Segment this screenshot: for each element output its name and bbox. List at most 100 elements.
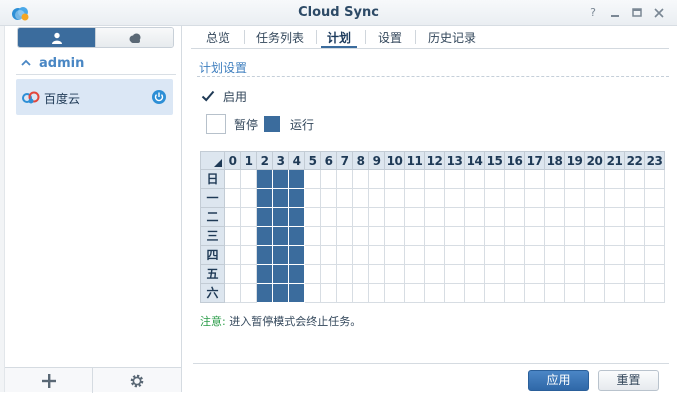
schedule-cell-run[interactable] — [289, 208, 305, 227]
minimize-icon[interactable] — [607, 5, 623, 21]
schedule-cell-pause[interactable] — [485, 189, 505, 208]
schedule-cell-run[interactable] — [289, 227, 305, 246]
schedule-cell-pause[interactable] — [425, 208, 445, 227]
schedule-cell-pause[interactable] — [485, 284, 505, 303]
schedule-cell-pause[interactable] — [485, 227, 505, 246]
schedule-cell-pause[interactable] — [353, 208, 369, 227]
enable-checkbox[interactable] — [201, 89, 215, 103]
hour-header[interactable]: 4 — [289, 151, 305, 170]
hour-header[interactable]: 8 — [353, 151, 369, 170]
connection-item-baidu[interactable]: 百度云 — [16, 79, 173, 115]
schedule-cell-pause[interactable] — [525, 189, 545, 208]
schedule-cell-run[interactable] — [257, 227, 273, 246]
schedule-cell-pause[interactable] — [385, 265, 405, 284]
schedule-cell-pause[interactable] — [369, 265, 385, 284]
schedule-cell-pause[interactable] — [605, 208, 625, 227]
schedule-cell-pause[interactable] — [565, 189, 585, 208]
schedule-cell-pause[interactable] — [625, 284, 645, 303]
hour-header[interactable]: 21 — [605, 151, 625, 170]
schedule-cell-pause[interactable] — [225, 227, 241, 246]
schedule-cell-pause[interactable] — [241, 265, 257, 284]
schedule-cell-pause[interactable] — [565, 208, 585, 227]
grid-corner-select-all[interactable] — [200, 151, 225, 170]
schedule-cell-pause[interactable] — [445, 208, 465, 227]
hour-header[interactable]: 3 — [273, 151, 289, 170]
hour-header[interactable]: 16 — [505, 151, 525, 170]
day-header[interactable]: 三 — [200, 227, 225, 246]
schedule-cell-pause[interactable] — [505, 208, 525, 227]
schedule-cell-pause[interactable] — [545, 189, 565, 208]
schedule-cell-pause[interactable] — [385, 284, 405, 303]
schedule-cell-run[interactable] — [257, 246, 273, 265]
day-header[interactable]: 日 — [200, 170, 225, 189]
schedule-cell-run[interactable] — [273, 284, 289, 303]
schedule-cell-pause[interactable] — [625, 208, 645, 227]
schedule-cell-pause[interactable] — [405, 189, 425, 208]
schedule-cell-pause[interactable] — [645, 265, 665, 284]
schedule-cell-run[interactable] — [257, 208, 273, 227]
schedule-cell-pause[interactable] — [545, 208, 565, 227]
schedule-cell-pause[interactable] — [645, 246, 665, 265]
schedule-cell-pause[interactable] — [305, 284, 321, 303]
schedule-cell-run[interactable] — [289, 170, 305, 189]
schedule-cell-pause[interactable] — [545, 284, 565, 303]
hour-header[interactable]: 11 — [405, 151, 425, 170]
schedule-cell-run[interactable] — [273, 208, 289, 227]
schedule-cell-pause[interactable] — [585, 284, 605, 303]
schedule-cell-pause[interactable] — [241, 227, 257, 246]
schedule-cell-pause[interactable] — [425, 284, 445, 303]
schedule-cell-pause[interactable] — [505, 189, 525, 208]
schedule-cell-pause[interactable] — [321, 284, 337, 303]
day-header[interactable]: 一 — [200, 189, 225, 208]
schedule-cell-pause[interactable] — [445, 265, 465, 284]
schedule-cell-pause[interactable] — [305, 189, 321, 208]
schedule-cell-pause[interactable] — [585, 170, 605, 189]
schedule-cell-run[interactable] — [289, 246, 305, 265]
tab-history[interactable]: 历史记录 — [425, 29, 479, 45]
schedule-cell-pause[interactable] — [369, 284, 385, 303]
schedule-cell-pause[interactable] — [465, 189, 485, 208]
schedule-cell-run[interactable] — [289, 189, 305, 208]
schedule-cell-pause[interactable] — [241, 208, 257, 227]
schedule-cell-pause[interactable] — [353, 265, 369, 284]
schedule-cell-run[interactable] — [257, 265, 273, 284]
schedule-cell-pause[interactable] — [605, 284, 625, 303]
schedule-grid[interactable]: 0 1 2 3 4 5 6 7 8 9 10 11 12 13 14 15 16 17 18 19 20 21 22 23 日一… — [200, 151, 665, 303]
schedule-cell-pause[interactable] — [305, 246, 321, 265]
power-icon[interactable] — [152, 90, 166, 104]
tab-overview[interactable]: 总览 — [203, 29, 233, 45]
hour-header[interactable]: 12 — [425, 151, 445, 170]
hour-header[interactable]: 15 — [485, 151, 505, 170]
schedule-cell-pause[interactable] — [485, 246, 505, 265]
schedule-cell-pause[interactable] — [225, 189, 241, 208]
maximize-icon[interactable] — [629, 5, 645, 21]
schedule-cell-pause[interactable] — [305, 208, 321, 227]
schedule-cell-pause[interactable] — [525, 284, 545, 303]
schedule-cell-pause[interactable] — [369, 189, 385, 208]
hour-header[interactable]: 5 — [305, 151, 321, 170]
close-icon[interactable] — [651, 5, 667, 21]
schedule-cell-pause[interactable] — [369, 227, 385, 246]
schedule-cell-pause[interactable] — [225, 208, 241, 227]
tab-settings[interactable]: 设置 — [375, 29, 405, 45]
schedule-cell-pause[interactable] — [585, 189, 605, 208]
schedule-cell-pause[interactable] — [337, 208, 353, 227]
day-header[interactable]: 五 — [200, 265, 225, 284]
schedule-cell-pause[interactable] — [305, 265, 321, 284]
hour-header[interactable]: 14 — [465, 151, 485, 170]
schedule-cell-pause[interactable] — [425, 170, 445, 189]
schedule-cell-pause[interactable] — [545, 227, 565, 246]
schedule-cell-pause[interactable] — [369, 208, 385, 227]
schedule-cell-pause[interactable] — [321, 246, 337, 265]
tab-schedule[interactable]: 计划 — [324, 29, 354, 45]
schedule-cell-pause[interactable] — [605, 189, 625, 208]
user-view-button[interactable] — [18, 28, 95, 47]
hour-header[interactable]: 19 — [565, 151, 585, 170]
hour-header[interactable]: 1 — [241, 151, 257, 170]
schedule-cell-pause[interactable] — [353, 189, 369, 208]
schedule-cell-pause[interactable] — [465, 227, 485, 246]
tab-task-list[interactable]: 任务列表 — [253, 29, 307, 45]
schedule-cell-pause[interactable] — [225, 246, 241, 265]
schedule-cell-pause[interactable] — [645, 284, 665, 303]
schedule-cell-pause[interactable] — [321, 227, 337, 246]
